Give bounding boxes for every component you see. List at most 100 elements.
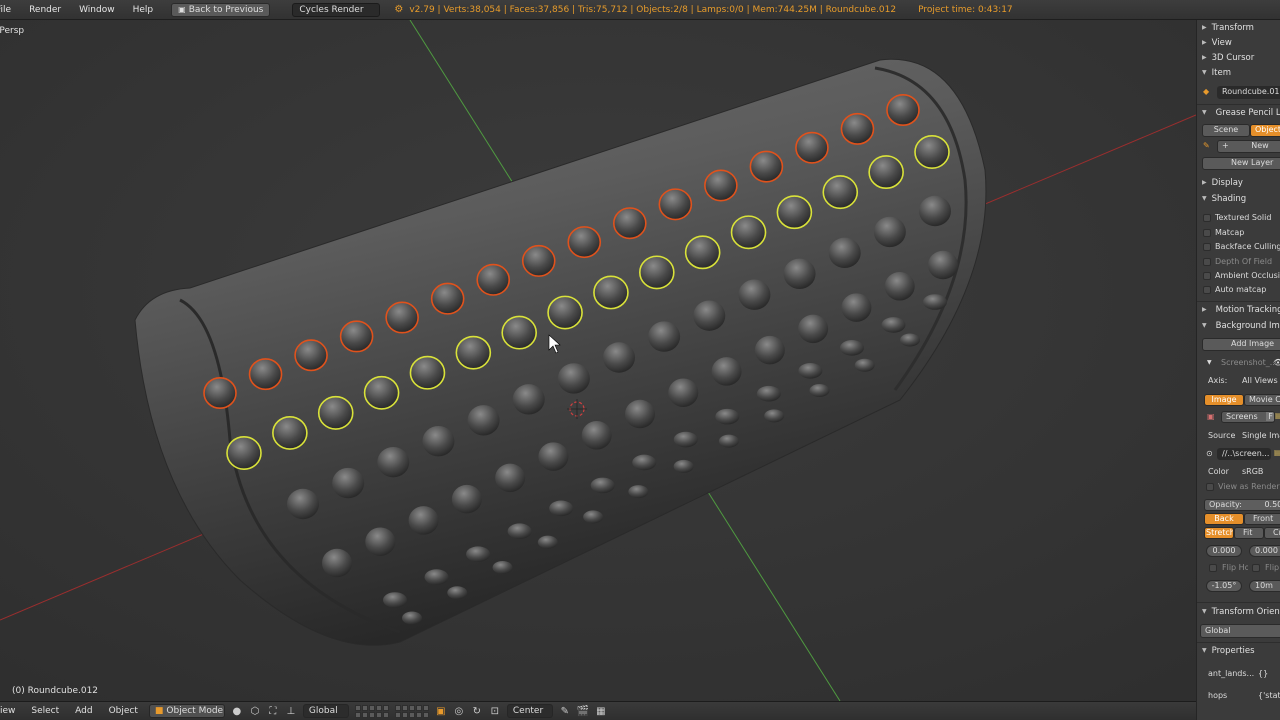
bump-sphere[interactable] (507, 523, 532, 540)
bump-sphere[interactable] (868, 155, 904, 190)
menu-view[interactable]: View (0, 706, 15, 716)
crop-button[interactable]: Crop (1264, 527, 1280, 539)
bump-sphere[interactable] (776, 195, 813, 230)
bump-sphere[interactable] (919, 195, 951, 227)
panel-transform-orientations[interactable]: ▼ Transform Orientations (1197, 604, 1280, 619)
shading-option-checkbox[interactable] (1203, 228, 1211, 237)
bump-sphere[interactable] (754, 335, 785, 365)
bump-sphere[interactable] (590, 477, 615, 494)
bump-sphere[interactable] (841, 293, 872, 322)
layers-group-1[interactable] (354, 704, 389, 718)
bump-sphere[interactable] (756, 385, 781, 402)
bump-sphere[interactable] (828, 237, 861, 269)
panel-background-images[interactable]: ▼ Background Images (1197, 318, 1280, 333)
offset-y-field[interactable]: 0.000 (1249, 545, 1280, 557)
bump-sphere[interactable] (886, 94, 920, 127)
panel-3d-cursor[interactable]: ▶ 3D Cursor (1197, 50, 1280, 65)
bump-sphere[interactable] (715, 408, 740, 425)
bump-sphere[interactable] (673, 431, 698, 448)
object-name-field[interactable]: Roundcube.012 (1217, 86, 1280, 99)
bump-sphere[interactable] (884, 272, 915, 301)
lock-layers-icon[interactable]: ▣ (434, 705, 448, 718)
render-engine-dropdown[interactable]: Cycles Render (292, 2, 381, 17)
transform-manipulator-icon[interactable]: ⊥ (284, 705, 298, 718)
add-image-button[interactable]: Add Image (1202, 338, 1280, 351)
bump-sphere[interactable] (900, 333, 920, 347)
bump-sphere[interactable] (365, 527, 396, 556)
panel-grease-pencil[interactable]: ▼ Grease Pencil Layers (1197, 105, 1280, 120)
bump-sphere[interactable] (795, 131, 829, 164)
bump-sphere[interactable] (495, 463, 526, 493)
back-to-previous-button[interactable]: ▣ Back to Previous (171, 2, 271, 17)
view-as-render-checkbox[interactable] (1206, 483, 1214, 491)
bump-sphere[interactable] (339, 320, 374, 353)
panel-display[interactable]: ▶ Display (1197, 175, 1280, 190)
menu-add[interactable]: Add (75, 706, 92, 716)
proportional-edit-icon[interactable]: ◎ (452, 705, 466, 718)
bump-sphere[interactable] (798, 362, 823, 379)
properties-region[interactable]: ▶ Transform ▶ View ▶ 3D Cursor ▼ Item ◆ Roun… (1196, 20, 1280, 720)
orientation-dropdown[interactable]: Global (1200, 624, 1280, 638)
bump-sphere[interactable] (668, 378, 699, 407)
shading-option-checkbox[interactable] (1203, 214, 1211, 222)
bump-sphere[interactable] (693, 300, 726, 331)
bump-sphere[interactable] (424, 569, 449, 585)
bump-sphere[interactable] (402, 611, 422, 625)
movie-clip-tab[interactable]: Movie Clip (1244, 394, 1280, 406)
bump-sphere[interactable] (476, 263, 511, 296)
axis-dropdown[interactable]: All Views (1242, 376, 1278, 385)
object-tab[interactable]: Object (1250, 124, 1280, 137)
bump-sphere[interactable] (317, 395, 354, 430)
size-field[interactable]: 10m (1249, 580, 1280, 592)
image-datablock-field[interactable]: Screens F (1221, 411, 1275, 423)
bump-sphere[interactable] (628, 485, 649, 499)
back-button[interactable]: Back (1204, 513, 1244, 525)
browse-file-icon[interactable]: ▤ (1274, 448, 1280, 457)
offset-x-field[interactable]: 0.000 (1206, 545, 1242, 557)
open-folder-icon[interactable]: ▤ (1275, 411, 1280, 420)
scene-tab[interactable]: Scene (1202, 124, 1250, 137)
snap-target-dropdown[interactable]: Center (506, 704, 553, 718)
menu-object[interactable]: Object (109, 706, 138, 716)
bump-sphere[interactable] (673, 459, 694, 473)
property-value[interactable]: {'status (1258, 691, 1280, 700)
bump-sphere[interactable] (385, 301, 419, 334)
bump-sphere[interactable] (638, 255, 675, 290)
bump-sphere[interactable] (203, 376, 237, 409)
bump-sphere[interactable] (783, 258, 816, 289)
stretch-button[interactable]: Stretch (1204, 527, 1234, 539)
bump-sphere[interactable] (248, 358, 283, 391)
flip-horizontally-checkbox[interactable] (1209, 564, 1217, 572)
bump-sphere[interactable] (451, 484, 482, 514)
render-animation-icon[interactable]: 🎬 (576, 705, 590, 718)
front-button[interactable]: Front (1244, 513, 1280, 525)
new-grease-pencil-button[interactable]: + New (1217, 140, 1280, 153)
fit-button[interactable]: Fit (1234, 527, 1264, 539)
bump-sphere[interactable] (718, 434, 739, 448)
menu-select[interactable]: Select (31, 706, 59, 716)
bump-sphere[interactable] (923, 294, 947, 310)
bump-sphere[interactable] (383, 592, 407, 608)
viewport-scene[interactable] (0, 20, 1196, 701)
bump-sphere[interactable] (512, 384, 545, 415)
bump-sphere[interactable] (409, 355, 446, 390)
panel-item[interactable]: ▼ Item (1197, 65, 1280, 80)
menu-file[interactable]: File (0, 3, 15, 17)
snap-icon[interactable]: ↻ (470, 705, 484, 718)
rotation-field[interactable]: -1.05° (1206, 580, 1242, 592)
bump-sphere[interactable] (521, 244, 556, 277)
viewport-shading-icon[interactable]: ● (230, 705, 244, 718)
bump-sphere[interactable] (928, 250, 958, 280)
bump-sphere[interactable] (447, 586, 468, 600)
bump-sphere[interactable] (764, 409, 785, 423)
3d-viewport[interactable]: User Persp (0) Roundcube.012 (0, 20, 1196, 701)
shading-option-checkbox[interactable] (1203, 257, 1211, 266)
bump-sphere[interactable] (593, 275, 629, 310)
mode-dropdown[interactable]: ■ Object Mode (148, 704, 225, 718)
bump-sphere[interactable] (422, 426, 455, 457)
bump-sphere[interactable] (881, 317, 906, 333)
bump-sphere[interactable] (322, 548, 352, 578)
menu-render[interactable]: Render (25, 3, 65, 17)
filepath-field[interactable]: //..\screen... (1217, 448, 1271, 460)
bump-sphere[interactable] (625, 399, 655, 429)
